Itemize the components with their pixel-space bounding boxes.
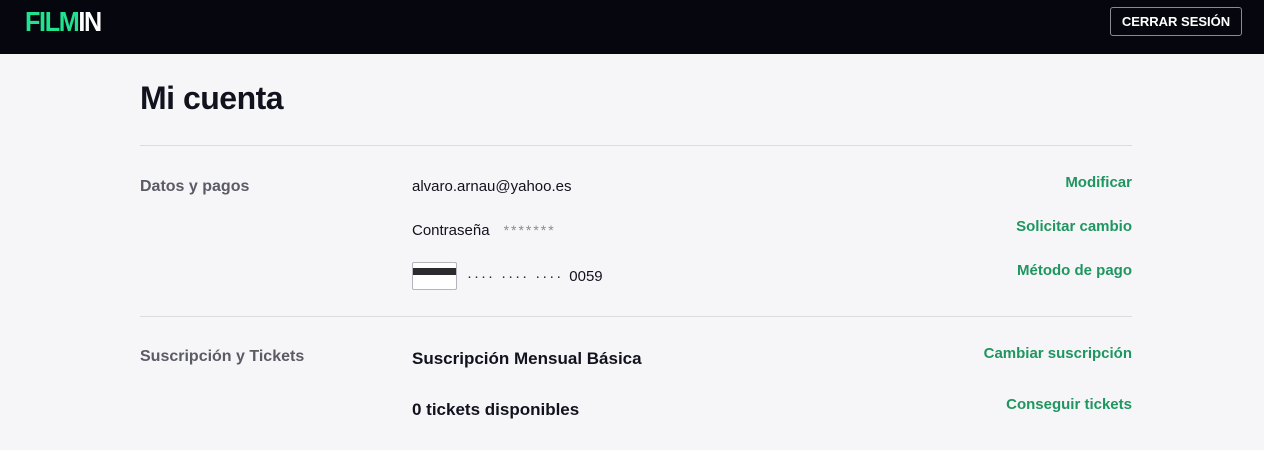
- request-password-change-link[interactable]: Solicitar cambio: [1016, 218, 1132, 235]
- card-last4: 0059: [569, 268, 603, 285]
- get-tickets-link[interactable]: Conseguir tickets: [1006, 396, 1132, 413]
- top-navigation-bar: FILMIN CERRAR SESIÓN: [0, 0, 1264, 54]
- modify-email-link[interactable]: Modificar: [1065, 174, 1132, 191]
- page-title: Mi cuenta: [140, 80, 284, 116]
- password-mask: *******: [503, 222, 556, 238]
- card-number: ···· ···· ···· 0059: [467, 268, 603, 285]
- payment-method-link[interactable]: Método de pago: [1017, 262, 1132, 279]
- change-subscription-link[interactable]: Cambiar suscripción: [984, 345, 1132, 362]
- section-divider: [140, 316, 1132, 317]
- email-value: alvaro.arnau@yahoo.es: [412, 178, 572, 195]
- subscription-plan: Suscripción Mensual Básica: [412, 349, 642, 368]
- filmin-logo[interactable]: FILMIN: [25, 8, 102, 36]
- card-mask: ···· ···· ····: [467, 268, 564, 285]
- tickets-available: 0 tickets disponibles: [412, 400, 580, 419]
- credit-card-icon: [412, 262, 457, 290]
- password-row: Contraseña *******: [412, 222, 556, 239]
- section-divider: [140, 145, 1132, 146]
- section-label-suscripcion-tickets: Suscripción y Tickets: [140, 348, 305, 365]
- password-label: Contraseña: [412, 222, 490, 239]
- section-label-datos-pagos: Datos y pagos: [140, 178, 250, 195]
- logout-button[interactable]: CERRAR SESIÓN: [1110, 7, 1242, 36]
